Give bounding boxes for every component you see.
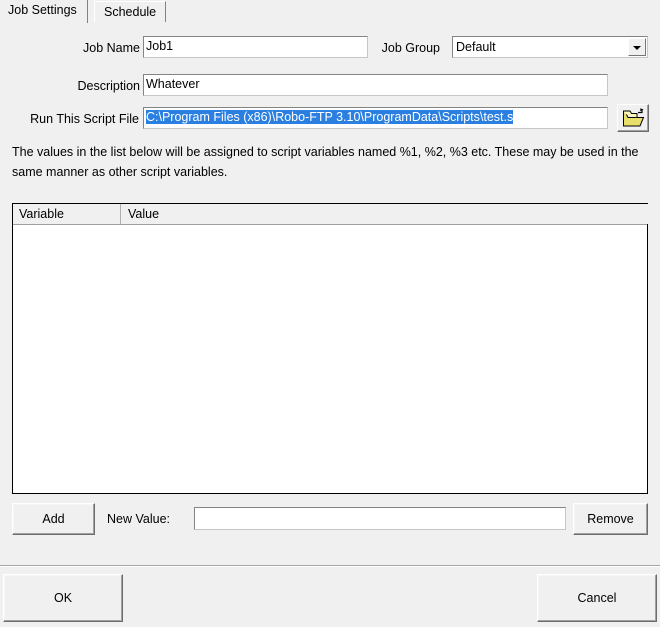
add-button[interactable]: Add: [12, 503, 95, 535]
add-button-label: Add: [42, 512, 65, 526]
remove-button-label: Remove: [587, 512, 634, 526]
variables-info-text: The values in the list below will be ass…: [12, 145, 639, 179]
job-group-label: Job Group: [381, 41, 440, 55]
script-file-label: Run This Script File: [30, 112, 139, 126]
new-value-input[interactable]: [194, 507, 566, 530]
cancel-button[interactable]: Cancel: [537, 574, 657, 622]
tab-schedule-label: Schedule: [104, 5, 157, 19]
job-name-label: Job Name: [83, 41, 140, 55]
description-label: Description: [77, 79, 140, 93]
description-input[interactable]: Whatever: [143, 74, 608, 96]
variables-listview[interactable]: Variable Value: [12, 203, 649, 494]
script-file-value: C:\Program Files (x86)\Robo-FTP 3.10\Pro…: [146, 110, 514, 124]
remove-button[interactable]: Remove: [573, 503, 648, 535]
variables-listview-header: Variable Value: [13, 204, 649, 225]
job-name-value: Job1: [146, 39, 174, 53]
ok-button[interactable]: OK: [3, 574, 123, 622]
chevron-down-icon[interactable]: [628, 38, 646, 56]
job-group-value: Default: [456, 40, 496, 54]
description-value: Whatever: [146, 77, 200, 91]
job-group-select[interactable]: Default: [452, 36, 648, 58]
tab-schedule[interactable]: Schedule: [94, 1, 167, 22]
variables-listview-body[interactable]: [13, 225, 647, 493]
column-header-value[interactable]: Value: [122, 204, 649, 224]
open-folder-icon: [623, 108, 645, 127]
script-file-input[interactable]: C:\Program Files (x86)\Robo-FTP 3.10\Pro…: [143, 107, 608, 129]
tab-strip: Job Settings Schedule: [0, 0, 660, 23]
new-value-label: New Value:: [107, 512, 170, 526]
column-header-variable[interactable]: Variable: [13, 204, 121, 224]
cancel-button-label: Cancel: [577, 591, 617, 605]
browse-script-file-button[interactable]: [617, 104, 649, 132]
tab-job-settings[interactable]: Job Settings: [0, 0, 88, 23]
footer-separator: [0, 565, 660, 567]
ok-button-label: OK: [53, 591, 73, 605]
tab-job-settings-label: Job Settings: [8, 3, 77, 17]
